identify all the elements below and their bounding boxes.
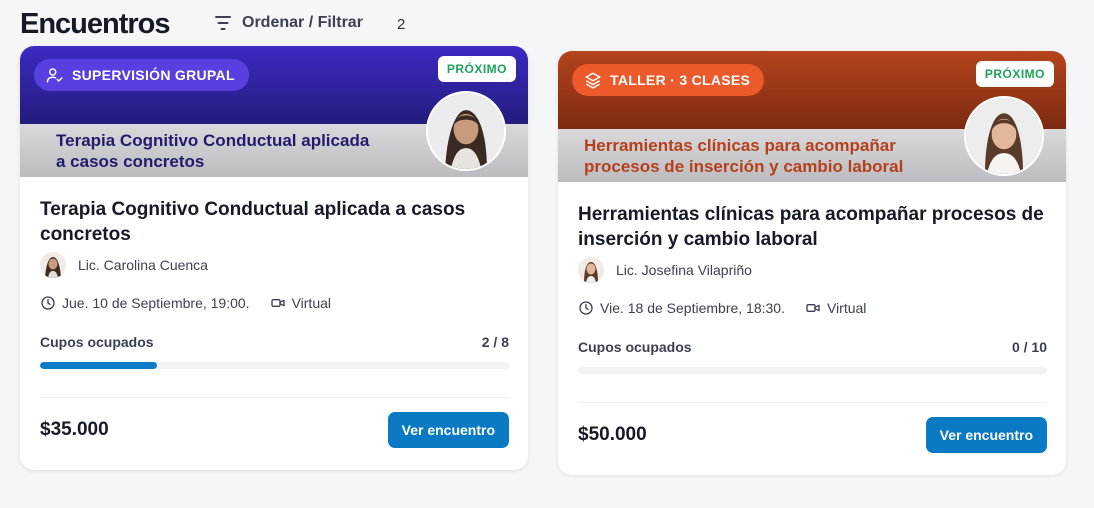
presenter-photo bbox=[964, 96, 1044, 176]
event-meta: Vie. 18 de Septiembre, 18:30. Virtual bbox=[578, 300, 1047, 316]
event-title[interactable]: Herramientas clínicas para acompañar pro… bbox=[578, 202, 1047, 252]
category-badge: SUPERVISIÓN GRUPAL bbox=[34, 59, 249, 91]
presenter: Lic. Josefina Vilapriño bbox=[578, 257, 1047, 283]
presenter: Lic. Carolina Cuenca bbox=[40, 252, 509, 278]
sort-filter-label: Ordenar / Filtrar bbox=[242, 14, 363, 31]
capacity-row: Cupos ocupados 0 / 10 bbox=[578, 339, 1047, 355]
banner-text: Terapia Cognitivo Conductual aplicada a … bbox=[56, 131, 370, 171]
divider bbox=[40, 397, 509, 398]
event-modality: Virtual bbox=[291, 295, 332, 311]
capacity-label: Cupos ocupados bbox=[40, 334, 154, 350]
avatar bbox=[40, 252, 66, 278]
price: $50.000 bbox=[578, 424, 647, 445]
event-banner: Herramientas clínicas para acompañar pro… bbox=[558, 51, 1066, 182]
event-date: Vie. 18 de Septiembre, 18:30. bbox=[600, 300, 785, 316]
card-footer: $50.000 Ver encuentro bbox=[578, 417, 1047, 453]
view-event-button[interactable]: Ver encuentro bbox=[387, 412, 509, 448]
event-meta: Jue. 10 de Septiembre, 19:00. Virtual bbox=[40, 295, 509, 311]
capacity-progress-bar bbox=[578, 367, 1047, 374]
presenter-name: Lic. Carolina Cuenca bbox=[78, 257, 208, 273]
status-badge: PRÓXIMO bbox=[975, 61, 1054, 87]
sort-filter-button[interactable]: Ordenar / Filtrar bbox=[214, 14, 363, 32]
card-footer: $35.000 Ver encuentro bbox=[40, 412, 509, 448]
clock-icon bbox=[41, 296, 55, 310]
user-check-icon bbox=[46, 68, 63, 83]
avatar bbox=[578, 257, 604, 283]
banner-text: Herramientas clínicas para acompañar pro… bbox=[584, 136, 904, 176]
event-card[interactable]: Terapia Cognitivo Conductual aplicada a … bbox=[20, 46, 528, 470]
event-modality: Virtual bbox=[826, 300, 867, 316]
event-title[interactable]: Terapia Cognitivo Conductual aplicada a … bbox=[40, 197, 509, 247]
filter-icon bbox=[214, 16, 232, 30]
event-card[interactable]: Herramientas clínicas para acompañar pro… bbox=[558, 51, 1066, 475]
category-badge: TALLER · 3 CLASES bbox=[572, 64, 765, 96]
event-banner: Terapia Cognitivo Conductual aplicada a … bbox=[20, 46, 528, 177]
capacity-progress-bar bbox=[40, 362, 509, 369]
presenter-photo bbox=[426, 91, 506, 171]
presenter-name: Lic. Josefina Vilapriño bbox=[616, 262, 752, 278]
video-icon bbox=[806, 304, 820, 312]
page-title: Encuentros bbox=[20, 8, 171, 40]
status-badge: PRÓXIMO bbox=[437, 56, 516, 82]
price: $35.000 bbox=[40, 419, 109, 440]
capacity-progress-fill bbox=[40, 362, 158, 369]
event-date: Jue. 10 de Septiembre, 19:00. bbox=[62, 295, 250, 311]
filter-count: 2 bbox=[397, 16, 406, 33]
capacity-value: 0 / 10 bbox=[1011, 339, 1047, 355]
capacity-value: 2 / 8 bbox=[481, 334, 509, 350]
capacity-row: Cupos ocupados 2 / 8 bbox=[40, 334, 509, 350]
video-icon bbox=[270, 299, 285, 307]
clock-icon bbox=[579, 301, 593, 315]
divider bbox=[578, 402, 1047, 403]
capacity-label: Cupos ocupados bbox=[578, 339, 692, 355]
layers-icon bbox=[585, 72, 601, 89]
view-event-button[interactable]: Ver encuentro bbox=[925, 417, 1047, 453]
